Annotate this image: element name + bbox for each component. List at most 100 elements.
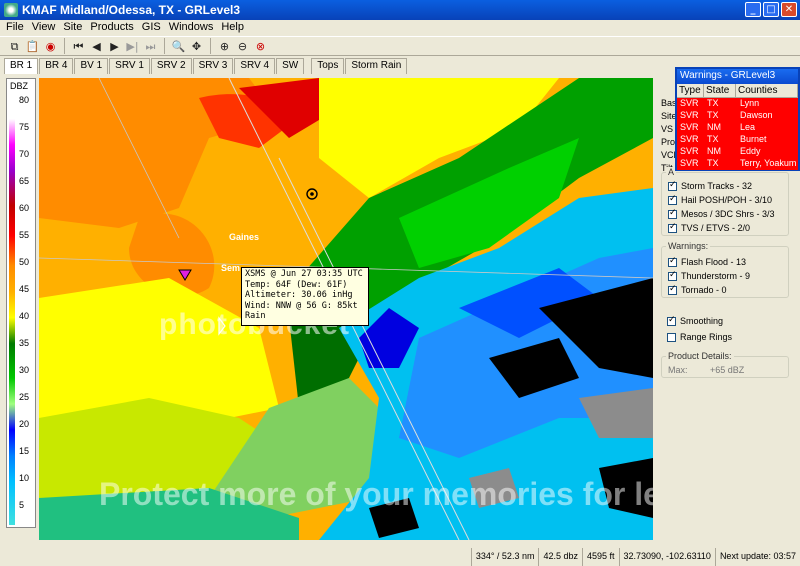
- pan-icon[interactable]: ✥: [188, 38, 205, 55]
- thunderstorm-checkbox[interactable]: Thunderstorm - 9: [668, 270, 750, 281]
- play-icon[interactable]: ▶: [106, 38, 123, 55]
- header-counties[interactable]: Counties: [736, 84, 798, 97]
- tab-srv1[interactable]: SRV 1: [109, 58, 150, 74]
- range-rings-checkbox[interactable]: Range Rings: [667, 332, 732, 342]
- prev-frame-icon[interactable]: ◀: [88, 38, 105, 55]
- header-type[interactable]: Type: [677, 84, 704, 97]
- tab-storm-rain[interactable]: Storm Rain: [345, 58, 408, 74]
- checkbox-box[interactable]: [668, 222, 677, 233]
- mesos-checkbox[interactable]: Mesos / 3DC Shrs - 3/3: [668, 208, 775, 219]
- legend-label: 25: [19, 392, 30, 402]
- next-frame-icon[interactable]: ▶|: [124, 38, 141, 55]
- flash-flood-checkbox[interactable]: Flash Flood - 13: [668, 256, 746, 267]
- legend-label: 5: [19, 500, 25, 510]
- legend-label: 30: [19, 365, 30, 375]
- legend-label: 75: [19, 122, 30, 132]
- menu-view[interactable]: View: [30, 20, 62, 36]
- status-value: 42.5 dbz: [538, 548, 582, 566]
- legend-label: 20: [19, 419, 30, 429]
- copy-icon[interactable]: ⧉: [6, 38, 23, 55]
- menu-site[interactable]: Site: [61, 20, 88, 36]
- tooltip-line: Altimeter: 30.06 inHg: [245, 290, 353, 300]
- legend-label: 15: [19, 446, 30, 456]
- legend-label: 80: [19, 95, 30, 105]
- legend-label: 10: [19, 473, 30, 483]
- legend-label: 70: [19, 149, 30, 159]
- warnings-group-title: Warnings:: [666, 241, 711, 251]
- radar-icon[interactable]: ◉: [42, 38, 59, 55]
- legend-label: 65: [19, 176, 30, 186]
- paste-icon[interactable]: 📋: [24, 38, 41, 55]
- menu-help[interactable]: Help: [219, 20, 250, 36]
- warning-row[interactable]: SVR TX Dawson: [677, 110, 798, 122]
- minimize-button[interactable]: _: [745, 2, 761, 17]
- header-state[interactable]: State: [704, 84, 736, 97]
- tooltip-line: Rain: [245, 311, 266, 321]
- checkbox-box[interactable]: [668, 194, 677, 205]
- tab-br1[interactable]: BR 1: [4, 58, 39, 74]
- zoom-out-icon[interactable]: ⊖: [234, 38, 251, 55]
- zoom-reset-icon[interactable]: ⊗: [252, 38, 269, 55]
- tab-srv2[interactable]: SRV 2: [150, 58, 192, 74]
- warning-row[interactable]: SVR NM Lea: [677, 122, 798, 134]
- warning-row[interactable]: SVR TX Burnet: [677, 134, 798, 146]
- legend-label: 35: [19, 338, 30, 348]
- tab-srv4[interactable]: SRV 4: [234, 58, 276, 74]
- zoom-icon[interactable]: 🔍: [170, 38, 187, 55]
- tornado-checkbox[interactable]: Tornado - 0: [668, 284, 727, 295]
- warnings-window[interactable]: Warnings - GRLevel3 Type State Counties …: [675, 67, 800, 171]
- warning-row[interactable]: SVR TX Lynn: [677, 98, 798, 110]
- status-bar: 334° / 52.3 nm 42.5 dbz 4595 ft 32.73090…: [0, 548, 800, 566]
- checkbox-box[interactable]: [668, 256, 677, 267]
- tab-br4[interactable]: BR 4: [39, 58, 74, 74]
- menu-bar: File View Site Products GIS Windows Help: [0, 20, 800, 36]
- watermark-banner: Protect more of your memories for less!: [99, 476, 653, 512]
- menu-file[interactable]: File: [4, 20, 30, 36]
- tab-sw[interactable]: SW: [276, 58, 305, 74]
- partial-label: Pro: [661, 137, 676, 147]
- close-button[interactable]: ✕: [781, 2, 797, 17]
- menu-windows[interactable]: Windows: [167, 20, 220, 36]
- warnings-table-header: Type State Counties: [677, 84, 798, 98]
- status-range: 334° / 52.3 nm: [470, 548, 539, 566]
- first-frame-icon[interactable]: ⏮: [70, 38, 87, 55]
- status-coordinates: 32.73090, -102.63110: [618, 548, 715, 566]
- toolbar-separator: [210, 38, 211, 54]
- status-next-update: Next update: 03:57: [714, 548, 800, 566]
- maximize-button[interactable]: □: [763, 2, 779, 17]
- city-label-sem: Sem: [221, 263, 240, 273]
- tab-bv1[interactable]: BV 1: [74, 58, 109, 74]
- city-label-gaines: Gaines: [229, 232, 259, 242]
- legend-color-bar: [9, 93, 15, 525]
- checkbox-box[interactable]: [668, 284, 677, 295]
- warning-row[interactable]: SVR NM Eddy: [677, 146, 798, 158]
- watermark-logo: photobucket: [159, 308, 653, 342]
- zoom-in-icon[interactable]: ⊕: [216, 38, 233, 55]
- warnings-window-title: Warnings - GRLevel3: [677, 69, 798, 84]
- dbz-legend: DBZ 80 75 70 65 60 55 50 45 40 35 30 25 …: [6, 78, 36, 528]
- tvs-checkbox[interactable]: TVS / ETVS - 2/0: [668, 222, 750, 233]
- checkbox-box[interactable]: [668, 270, 677, 281]
- checkbox-box[interactable]: [668, 180, 677, 191]
- menu-products[interactable]: Products: [88, 20, 139, 36]
- hail-checkbox[interactable]: Hail POSH/POH - 3/10: [668, 194, 772, 205]
- partial-label: VS: [661, 124, 674, 134]
- warnings-group: Warnings: Flash Flood - 13 Thunderstorm …: [661, 241, 789, 298]
- storm-tracks-checkbox[interactable]: Storm Tracks - 32: [668, 180, 752, 191]
- checkbox-box[interactable]: [667, 315, 676, 326]
- menu-gis[interactable]: GIS: [140, 20, 167, 36]
- warning-row[interactable]: SVR TX Terry, Yoakum: [677, 158, 798, 170]
- checkbox-box[interactable]: [668, 208, 677, 219]
- checkbox-box[interactable]: [667, 332, 676, 342]
- status-height: 4595 ft: [581, 548, 619, 566]
- tab-tops[interactable]: Tops: [311, 58, 345, 74]
- toolbar-separator: [164, 38, 165, 54]
- max-value: +65 dBZ: [710, 365, 745, 375]
- smoothing-checkbox[interactable]: Smoothing: [667, 315, 723, 326]
- tab-srv3[interactable]: SRV 3: [192, 58, 234, 74]
- last-frame-icon[interactable]: ⏭: [142, 38, 159, 55]
- legend-label: 45: [19, 284, 30, 294]
- legend-label: 50: [19, 257, 30, 267]
- station-tooltip: XSMS @ Jun 27 03:35 UTC Temp: 64F (Dew: …: [241, 267, 369, 326]
- product-details-group: Product Details: Max: +65 dBZ: [661, 351, 789, 378]
